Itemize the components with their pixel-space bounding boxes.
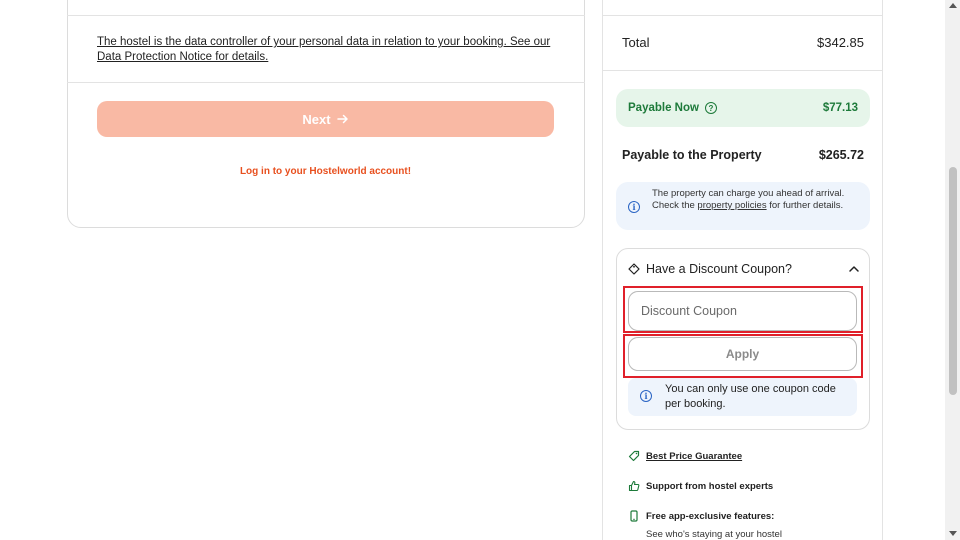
arrow-right-icon [336,114,348,124]
scroll-down-icon[interactable] [949,531,957,536]
coupon-note: i You can only use one coupon code per b… [628,378,857,416]
divider [603,70,882,71]
discount-coupon-input[interactable] [628,291,857,331]
payable-now-value: $77.13 [822,102,858,114]
charge-info-box: i The property can charge you ahead of a… [616,182,870,230]
data-protection-notice[interactable]: The hostel is the data controller of you… [97,35,557,65]
info-icon: i [640,390,652,402]
apply-button[interactable]: Apply [628,337,857,371]
next-button[interactable]: Next [97,101,554,137]
best-price-label[interactable]: Best Price Guarantee [646,451,742,462]
total-row: Total $342.85 [622,35,864,50]
thumbs-up-icon [628,480,640,492]
payable-property-label: Payable to the Property [622,148,762,162]
app-features: Free app-exclusive features: [628,510,774,522]
smartphone-icon [630,510,638,522]
best-price-guarantee[interactable]: Best Price Guarantee [628,450,742,462]
help-circle-icon[interactable]: ? [704,102,717,114]
scrollbar-thumb[interactable] [949,167,957,395]
payable-property-row: Payable to the Property $265.72 [622,148,864,162]
app-features-label: Free app-exclusive features: [646,510,775,522]
next-button-label: Next [302,111,331,127]
coupon-header-label: Have a Discount Coupon? [646,262,792,276]
charge-info-suffix: for further details. [769,200,844,211]
tag-icon [628,263,640,275]
payable-now-label: Payable Now [628,102,699,114]
support-feature: Support from hostel experts [628,480,773,492]
app-features-detail: See who's staying at your hostel [646,529,782,540]
divider [603,15,882,16]
divider [67,82,585,83]
payable-now-row: Payable Now ? $77.13 [616,89,870,127]
total-label: Total [622,35,650,50]
price-tag-icon [628,450,640,462]
info-icon: i [628,201,640,213]
chevron-up-icon[interactable] [848,263,860,275]
coupon-note-text: You can only use one coupon code per boo… [665,383,836,410]
property-policies-link[interactable]: property policies [697,200,766,211]
login-link[interactable]: Log in to your Hostelworld account! [97,166,554,177]
total-value: $342.85 [817,35,864,50]
support-label: Support from hostel experts [646,480,774,492]
divider [67,15,585,16]
scroll-up-icon[interactable] [949,3,957,8]
payable-property-value: $265.72 [818,148,864,162]
coupon-toggle[interactable]: Have a Discount Coupon? [628,262,860,276]
